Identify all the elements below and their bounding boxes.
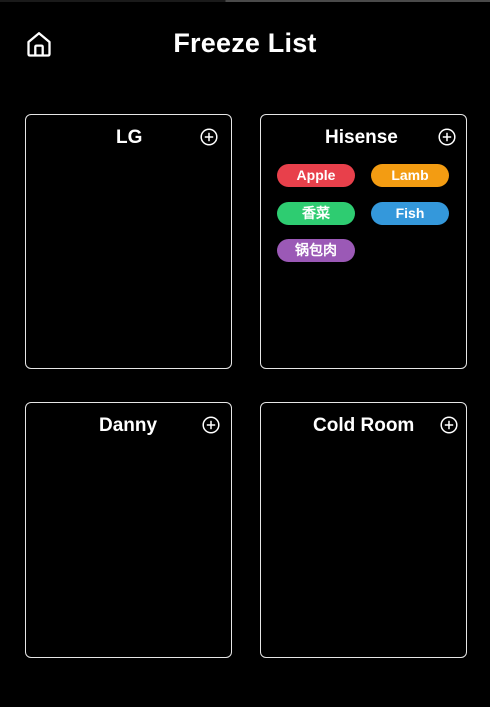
freezer-card-lg[interactable]: LG bbox=[25, 114, 232, 369]
page-title: Freeze List bbox=[173, 28, 317, 58]
food-tag-lamb[interactable]: Lamb bbox=[371, 164, 449, 187]
add-circle-icon[interactable] bbox=[440, 416, 458, 434]
add-circle-icon[interactable] bbox=[438, 128, 456, 146]
add-circle-icon[interactable] bbox=[200, 128, 218, 146]
food-tag-fish[interactable]: Fish bbox=[371, 202, 449, 225]
freezer-card-danny[interactable]: Danny bbox=[25, 402, 232, 658]
freezer-card-cold-room[interactable]: Cold Room bbox=[260, 402, 467, 658]
add-circle-icon[interactable] bbox=[202, 416, 220, 434]
freezer-title: Cold Room bbox=[313, 415, 415, 436]
top-divider bbox=[0, 0, 490, 2]
food-tag-coriander[interactable]: 香菜 bbox=[277, 202, 355, 225]
freezer-card-hisense[interactable]: Hisense Apple Lamb 香菜 Fish 锅包肉 bbox=[260, 114, 467, 369]
food-tag-guobaorou[interactable]: 锅包肉 bbox=[277, 239, 355, 262]
food-tag-apple[interactable]: Apple bbox=[277, 164, 355, 187]
freezer-title: Hisense bbox=[325, 127, 398, 148]
freezer-title: Danny bbox=[99, 415, 158, 436]
freezer-title: LG bbox=[116, 127, 143, 148]
